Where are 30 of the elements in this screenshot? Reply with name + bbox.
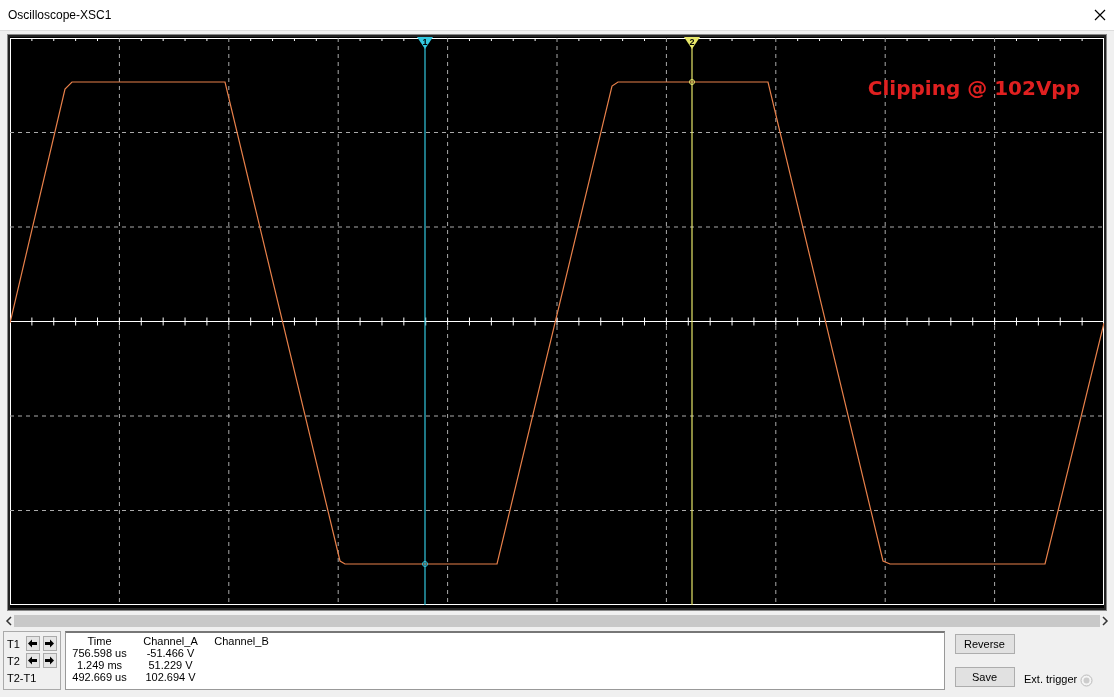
- right-arrow-button[interactable]: [42, 636, 57, 652]
- readout-value: 102.694 V: [144, 671, 197, 683]
- window-title: Oscilloscope-XSC1: [8, 7, 112, 24]
- action-button[interactable]: Save: [954, 667, 1015, 688]
- cursor-label: T1: [7, 636, 21, 651]
- ext-trigger-radio[interactable]: [1079, 674, 1093, 688]
- right-arrow-button[interactable]: [42, 653, 57, 669]
- cursor-label: T2: [7, 654, 21, 668]
- cursor-point: [422, 561, 428, 567]
- readout-value: -51.466 V: [145, 647, 196, 659]
- action-button[interactable]: Reverse: [954, 633, 1015, 654]
- readout-value: 492.669 us: [71, 671, 128, 683]
- close-icon[interactable]: [1094, 9, 1106, 21]
- cursor-handle[interactable]: 1: [417, 37, 433, 49]
- horizontal-scrollbar[interactable]: [14, 615, 1100, 627]
- scroll-left-icon[interactable]: [4, 615, 14, 627]
- left-arrow-button[interactable]: [25, 636, 40, 652]
- readout-value: 51.229 V: [147, 659, 194, 671]
- readout-value: 756.598 us: [71, 647, 128, 659]
- column-header: Channel_A: [142, 635, 199, 647]
- cursor-label: T2-T1: [7, 670, 37, 685]
- scroll-right-icon[interactable]: [1100, 615, 1110, 627]
- ext-trigger-label: Ext. trigger: [1024, 671, 1078, 687]
- annotation-text: Clipping @ 102Vpp: [867, 76, 1080, 100]
- readout-value: 1.249 ms: [75, 659, 124, 671]
- left-arrow-button[interactable]: [25, 653, 40, 669]
- cursor-point: [689, 79, 695, 85]
- cursor-handle[interactable]: 2: [684, 37, 700, 49]
- column-header: Time: [86, 635, 113, 647]
- column-header: Channel_B: [213, 635, 270, 647]
